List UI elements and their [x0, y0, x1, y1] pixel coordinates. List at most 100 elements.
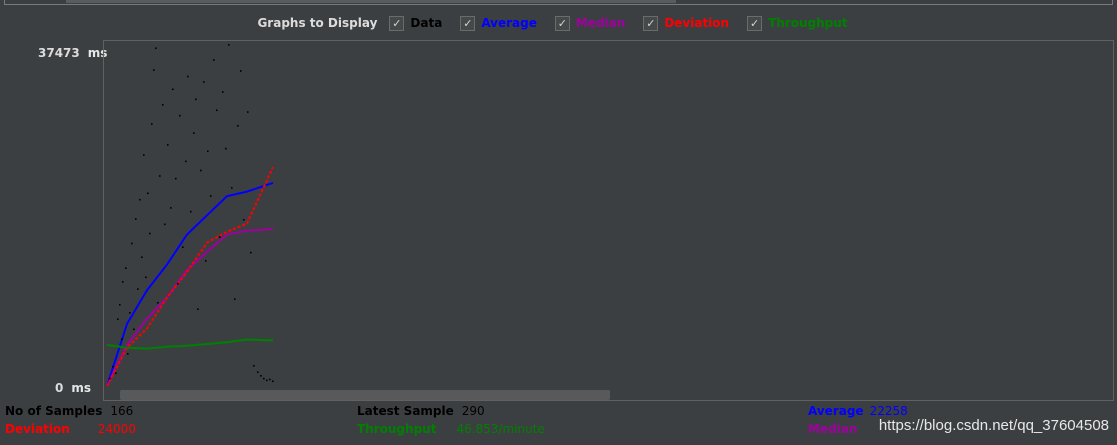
data-point — [250, 251, 252, 254]
data-point — [269, 378, 271, 381]
data-point — [257, 371, 259, 373]
data-point — [157, 302, 159, 304]
y-axis-min-label: 0 ms — [55, 381, 91, 395]
graphs-toolbar: Graphs to Display ✓ Data ✓ Average ✓ Med… — [0, 13, 1117, 33]
throughput-value: 46.853/minute — [456, 422, 545, 436]
deviation-stat: Deviation 24000 — [5, 422, 136, 436]
graph-horizontal-scrollbar[interactable] — [120, 390, 610, 400]
throughput-checkbox[interactable]: ✓ Throughput — [747, 15, 848, 31]
data-point — [240, 70, 242, 72]
throughput-stat: Throughput 46.853/minute — [357, 422, 545, 436]
series-line-throughput — [106, 338, 274, 350]
y-min-value: 0 — [55, 381, 64, 395]
data-point — [143, 154, 145, 156]
throughput-label: Throughput — [357, 422, 437, 436]
data-point — [164, 223, 166, 226]
data-point — [141, 256, 143, 258]
data-point — [219, 236, 221, 238]
data-point — [109, 377, 111, 380]
data-point — [177, 282, 179, 285]
data-checkbox-label: Data — [410, 16, 443, 30]
samples-label: No of Samples — [5, 404, 103, 418]
check-icon[interactable]: ✓ — [389, 15, 405, 31]
average-label: Average — [808, 404, 864, 418]
data-point — [121, 338, 123, 341]
data-point — [266, 379, 268, 382]
data-point — [117, 318, 119, 321]
deviation-checkbox-label: Deviation — [664, 16, 730, 30]
check-icon[interactable]: ✓ — [747, 15, 763, 31]
data-point — [159, 175, 161, 177]
data-point — [115, 372, 117, 374]
data-point — [147, 192, 149, 195]
data-point — [195, 98, 197, 101]
average-checkbox-label: Average — [481, 16, 537, 30]
data-point — [231, 187, 233, 189]
median-checkbox-label: Median — [575, 16, 626, 30]
data-point — [153, 69, 155, 71]
average-stat: Average 22258 — [808, 404, 908, 418]
graphs-to-display-label: Graphs to Display — [257, 16, 378, 30]
data-point — [228, 44, 230, 46]
results-graph — [106, 44, 274, 387]
y-axis-max-label: 37473 ms — [38, 46, 107, 60]
data-point — [149, 232, 151, 235]
samples-value: 166 — [110, 404, 134, 418]
check-icon[interactable]: ✓ — [643, 15, 659, 31]
data-point — [225, 147, 227, 150]
data-point — [207, 150, 209, 153]
series-line-deviation — [106, 166, 274, 387]
data-point — [190, 210, 192, 213]
data-point — [222, 91, 224, 93]
data-checkbox[interactable]: ✓ Data — [389, 15, 443, 31]
deviation-value: 24000 — [97, 422, 136, 436]
median-checkbox[interactable]: ✓ Median — [554, 15, 626, 31]
y-max-value: 37473 — [38, 46, 80, 60]
data-point — [272, 380, 274, 383]
data-point — [187, 75, 189, 78]
data-point — [167, 144, 169, 146]
data-point — [119, 303, 121, 306]
latest-sample-value: 290 — [461, 404, 485, 418]
deviation-label: Deviation — [5, 422, 70, 436]
series-line-median — [106, 228, 274, 387]
median-label: Median — [808, 422, 858, 436]
check-icon[interactable]: ✓ — [460, 15, 476, 31]
data-point — [237, 125, 239, 127]
data-point — [185, 160, 187, 163]
data-point — [135, 218, 137, 220]
data-point — [139, 198, 141, 201]
latest-sample-label: Latest Sample — [357, 404, 454, 418]
data-point — [260, 375, 262, 377]
data-point — [133, 328, 135, 331]
average-checkbox[interactable]: ✓ Average — [460, 15, 537, 31]
top-field-strip — [0, 0, 1117, 8]
data-point — [162, 104, 164, 106]
data-point — [112, 365, 114, 368]
deviation-checkbox[interactable]: ✓ Deviation — [643, 15, 730, 31]
data-point — [193, 132, 195, 134]
y-min-unit: ms — [71, 381, 92, 395]
top-scrollbar[interactable] — [66, 0, 676, 3]
data-point — [247, 111, 249, 113]
samples-stat: No of Samples 166 — [5, 404, 133, 418]
throughput-checkbox-label: Throughput — [768, 16, 848, 30]
median-stat: Median — [808, 422, 865, 436]
check-icon[interactable]: ✓ — [554, 15, 570, 31]
average-value: 22258 — [869, 404, 908, 418]
series-line-average — [106, 181, 274, 387]
data-point — [172, 88, 174, 91]
data-point — [122, 281, 124, 283]
data-point — [197, 308, 199, 310]
data-point — [243, 219, 245, 221]
data-point — [129, 312, 131, 314]
data-point — [125, 267, 127, 269]
data-point — [179, 114, 181, 117]
data-point — [155, 47, 157, 49]
graph-plot-area — [103, 40, 1114, 401]
data-point — [127, 353, 129, 355]
data-point — [175, 177, 177, 180]
data-point — [200, 169, 202, 172]
data-point — [151, 123, 153, 125]
latest-sample-stat: Latest Sample 290 — [357, 404, 485, 418]
